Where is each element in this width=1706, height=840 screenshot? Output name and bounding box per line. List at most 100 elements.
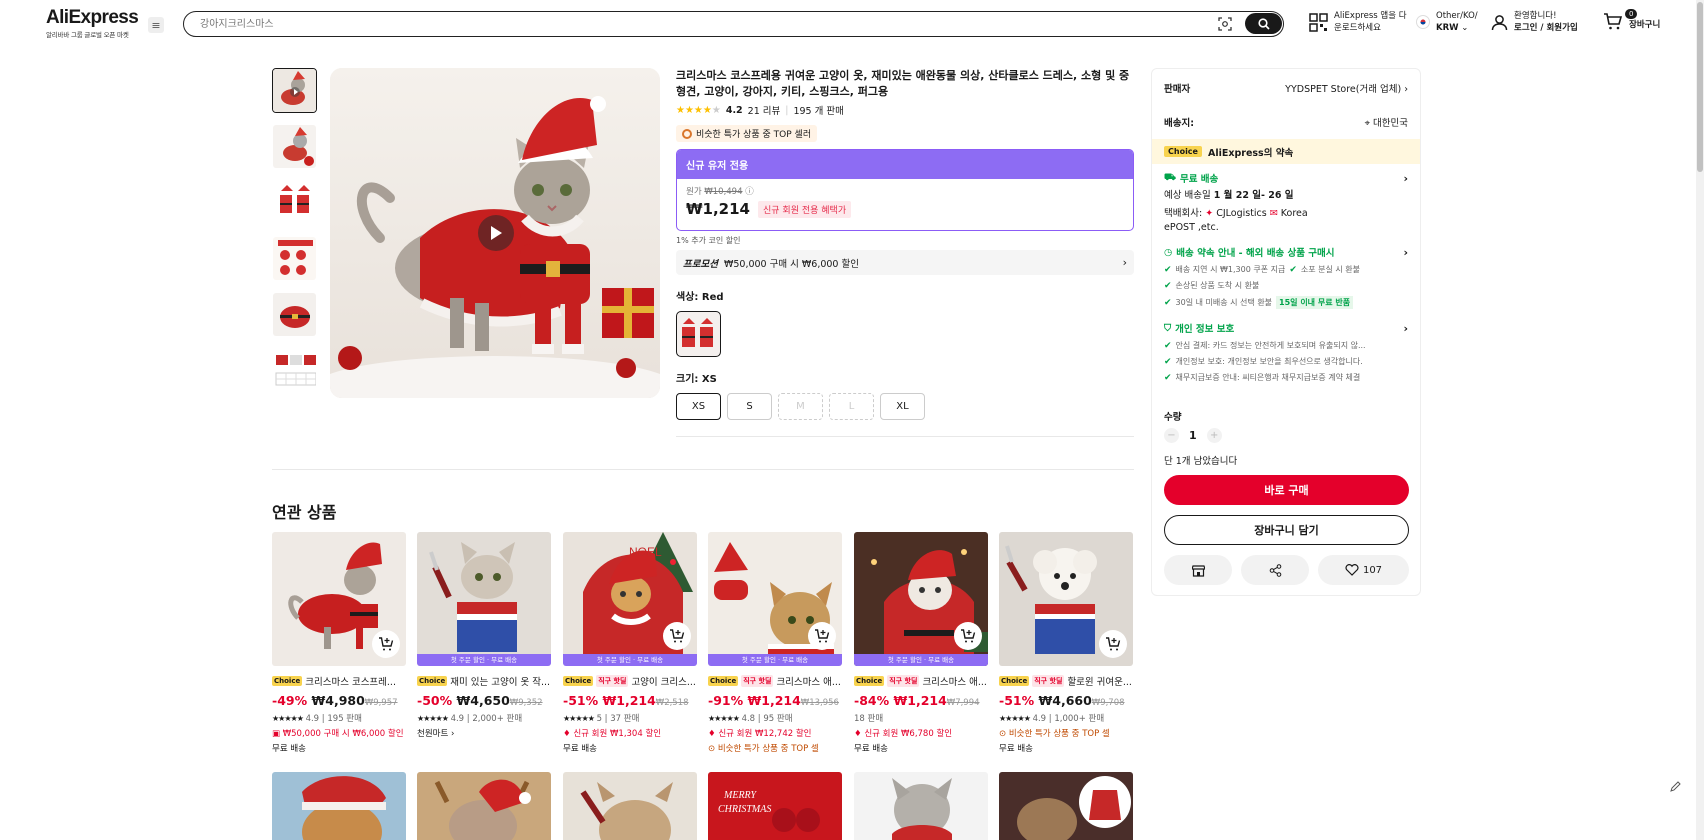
product-card[interactable]: 첫 주문 할인 · 무료 배송 Choice 직구 핫딜 크리스마스 애... -8… xyxy=(854,532,988,754)
color-swatch-red[interactable] xyxy=(676,311,721,357)
size-option-xs[interactable]: XS xyxy=(676,393,721,420)
thumbnail-6[interactable] xyxy=(272,348,317,393)
product-card-image[interactable] xyxy=(854,772,988,840)
product-title[interactable]: Choice 직구 핫딜 크리스마스 애... xyxy=(854,674,988,688)
feedback-pencil-icon[interactable] xyxy=(1666,778,1684,796)
product-card-image[interactable]: MERRY CHRISTMAS xyxy=(708,772,842,840)
new-user-promo: 신규 유저 전용 원가 ₩10,494 ⓘ ₩1,214 신규 회원 전용 혜택… xyxy=(676,149,1134,231)
play-video-button[interactable] xyxy=(478,215,514,251)
location-pin-icon: ⌖ xyxy=(1364,118,1370,129)
top-seller-badge: 비슷한 특가 상품 중 TOP 셀러 xyxy=(676,125,818,142)
quantity-label: 수량 xyxy=(1164,412,1182,423)
product-card[interactable]: 첫 주문 할인 · 무료 배송 Choice 재미 있는 고양이 옷 작... -… xyxy=(417,532,551,739)
size-option-xl[interactable]: XL xyxy=(880,393,925,420)
product-card[interactable]: Choice 직구 핫딜 할로윈 귀여운... -51% ₩4,660₩9,708 … xyxy=(999,532,1133,754)
locale-text: Other/KO/ xyxy=(1436,11,1478,21)
thumbnail-5[interactable] xyxy=(272,292,317,337)
login-link[interactable]: 로그인 / 회원가입 xyxy=(1514,23,1578,33)
thumbnail-4[interactable] xyxy=(272,236,317,281)
product-image[interactable]: 첫 주문 할인 · 무료 배송 xyxy=(708,532,842,666)
info-icon[interactable]: ⓘ xyxy=(745,187,754,197)
add-to-cart-icon[interactable] xyxy=(954,622,982,650)
buy-now-button[interactable]: 바로 구매 xyxy=(1164,475,1409,505)
product-title[interactable]: Choice 직구 핫딜 할로윈 귀여운... xyxy=(999,674,1133,688)
product-title[interactable]: Choice 직구 핫딜 크리스마스 애... xyxy=(708,674,842,688)
privacy-section[interactable]: ⛉ 개인 정보 보호 › ✔ 안심 결제: 카드 정보는 안전하게 보호되며 유출되… xyxy=(1164,321,1408,383)
add-to-cart-icon[interactable] xyxy=(372,630,400,658)
aliexpress-logo[interactable]: AliExpress 알리바바 그룹 글로벌 오픈 마켓 xyxy=(46,8,139,40)
size-option-l[interactable]: L xyxy=(829,393,874,420)
thumbnail-1[interactable] xyxy=(272,68,317,113)
product-card-image[interactable] xyxy=(999,772,1133,840)
product-title[interactable]: Choice 직구 핫딜 고양이 크리스... xyxy=(563,674,697,688)
promotion-row[interactable]: 프로모션 ₩50,000 구매 시 ₩6,000 할인 › xyxy=(676,250,1134,275)
app-download-line2: 운로드하세요 xyxy=(1334,23,1381,33)
seller-row: 판매자 YYDSPET Store(거래 업체) › xyxy=(1164,81,1408,95)
image-search-icon[interactable] xyxy=(1217,16,1233,32)
size-option-m[interactable]: M xyxy=(778,393,823,420)
promo-header: 신규 유저 전용 xyxy=(677,150,1133,179)
seller-link[interactable]: YYDSPET Store(거래 업체) › xyxy=(1285,81,1408,95)
product-promo: ♦ 신규 회원 ₩1,304 할인 xyxy=(563,729,662,739)
product-price: -50% ₩4,650₩9,352 xyxy=(417,693,543,708)
clock-icon: ◷ xyxy=(1164,246,1173,258)
product-card[interactable]: NOEL 첫 주문 할인 · 무료 배송 Choice 직구 핫딜 고양이 크리스.… xyxy=(563,532,697,754)
product-card[interactable]: Choice 크리스마스 코스프레... -49% ₩4,980₩9,957 ★★… xyxy=(272,532,406,754)
product-title[interactable]: Choice 크리스마스 코스프레... xyxy=(272,674,406,688)
heart-icon xyxy=(1345,564,1359,576)
product-store-link[interactable]: 천원마트 › xyxy=(417,727,551,739)
account-menu[interactable]: 환영합니다! 로그인 / 회원가입 xyxy=(1491,10,1578,34)
rating-row: ★★★★★ 4.2 21 리뷰 | 195 개 판매 xyxy=(676,103,844,118)
increase-button[interactable]: + xyxy=(1206,428,1222,443)
rating-value: 4.2 xyxy=(725,104,743,116)
store-icon xyxy=(1191,564,1205,577)
shipping-section[interactable]: ⛟ 무료 배송 › 예상 배송일 1 월 22 일- 26 일 택배회사: ✦ C… xyxy=(1164,171,1408,235)
product-card-image[interactable] xyxy=(563,772,697,840)
product-image[interactable]: 첫 주문 할인 · 무료 배송 xyxy=(854,532,988,666)
app-download[interactable]: AliExpress 앱을 다 운로드하세요 xyxy=(1309,10,1407,34)
product-price: -91% ₩1,214₩13,956 xyxy=(708,693,839,708)
cart-link[interactable]: 0 장바구니 xyxy=(1603,9,1660,31)
thumbnail-2[interactable] xyxy=(272,124,317,169)
search-button[interactable] xyxy=(1245,13,1282,34)
product-image[interactable] xyxy=(999,532,1133,666)
menu-icon[interactable]: ≡ xyxy=(148,17,164,33)
add-to-cart-icon[interactable] xyxy=(1099,630,1127,658)
main-product-image[interactable] xyxy=(330,68,660,398)
quantity-value[interactable]: 1 xyxy=(1189,429,1197,442)
locale-selector[interactable]: Other/KO/KRW ⌄ xyxy=(1416,10,1478,34)
product-card-image[interactable] xyxy=(272,772,406,840)
original-price-row: 원가 ₩10,494 ⓘ xyxy=(686,185,1124,197)
product-image[interactable] xyxy=(272,532,406,666)
ship-to-selector[interactable]: ⌖ 대한민국 xyxy=(1365,115,1408,129)
product-title[interactable]: Choice 재미 있는 고양이 옷 작... xyxy=(417,674,551,688)
delivery-promise-item: 30일 내 미배송 시 선택 환불 xyxy=(1175,298,1273,307)
product-band: 첫 주문 할인 · 무료 배송 xyxy=(417,654,551,666)
thumbnail-3[interactable] xyxy=(272,180,317,225)
privacy-label: 개인 정보 보호 xyxy=(1175,324,1235,335)
product-card-image[interactable] xyxy=(417,772,551,840)
product-image[interactable]: 첫 주문 할인 · 무료 배송 xyxy=(417,532,551,666)
privacy-item: 개인정보 보호: 개인정보 보안을 최우선으로 생각합니다. xyxy=(1175,357,1363,366)
product-card[interactable]: 첫 주문 할인 · 무료 배송 Choice 직구 핫딜 크리스마스 애... -9… xyxy=(708,532,842,754)
add-to-cart-button[interactable]: 장바구니 담기 xyxy=(1164,515,1409,545)
search-input[interactable] xyxy=(200,16,1100,32)
decrease-button[interactable]: − xyxy=(1164,428,1179,443)
product-price: -84% ₩1,214₩7,994 xyxy=(854,693,980,708)
size-option-s[interactable]: S xyxy=(727,393,772,420)
play-icon xyxy=(491,226,502,240)
share-button[interactable] xyxy=(1241,555,1309,585)
product-rating: ★★★★★ 4.9 | 195 판매 xyxy=(272,714,362,724)
add-to-cart-icon[interactable] xyxy=(808,622,836,650)
cart-count-badge: 0 xyxy=(1625,9,1638,19)
choice-promise-bar: Choice AliExpress의 약속 xyxy=(1152,139,1420,164)
store-button[interactable] xyxy=(1164,555,1232,585)
reviews-link[interactable]: 21 리뷰 xyxy=(748,103,781,117)
wishlist-button[interactable]: 107 xyxy=(1318,555,1409,585)
product-image[interactable]: NOEL 첫 주문 할인 · 무료 배송 xyxy=(563,532,697,666)
scrollbar-thumb[interactable] xyxy=(1697,2,1703,172)
add-to-cart-icon[interactable] xyxy=(663,622,691,650)
product-badge: ⊙ 비슷한 특가 상품 중 TOP 셀 xyxy=(999,729,1110,739)
delivery-promise-section[interactable]: ◷ 배송 약속 안내 - 해외 배송 상품 구매시 › ✔ 배송 지연 시 ₩1,3… xyxy=(1164,245,1408,309)
svg-text:CHRISTMAS: CHRISTMAS xyxy=(718,804,771,815)
